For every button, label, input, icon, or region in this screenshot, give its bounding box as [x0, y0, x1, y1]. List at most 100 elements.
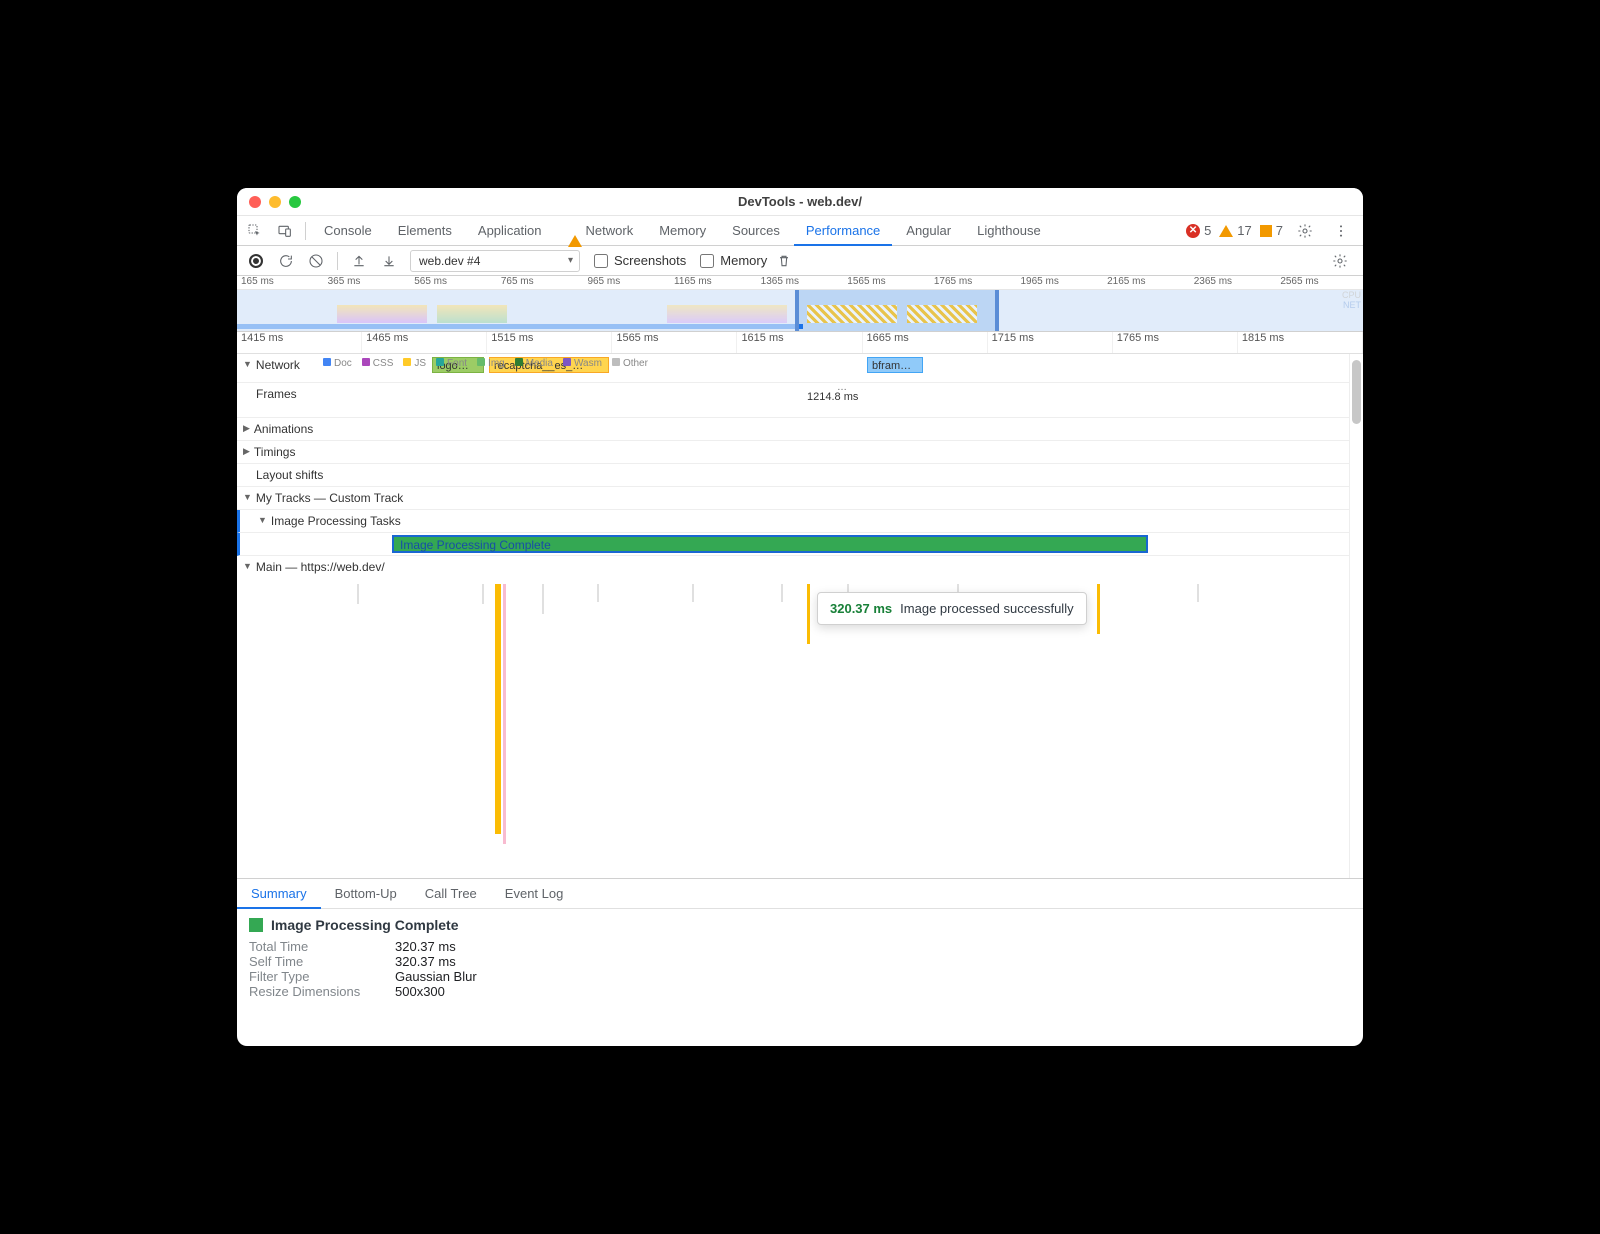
tab-sources[interactable]: Sources [720, 216, 792, 246]
memory-checkbox-label: Memory [720, 253, 767, 268]
frames-track: Frames … 1214.8 ms [237, 383, 1363, 418]
tab-elements[interactable]: Elements [386, 216, 464, 246]
custom-track-entry[interactable]: Image Processing Complete [392, 535, 1148, 553]
macos-titlebar: DevTools - web.dev/ [237, 188, 1363, 216]
warning-count[interactable]: 17 [1219, 223, 1251, 238]
detail-ruler: 1415 ms1465 ms1515 ms 1565 ms1615 ms1665… [237, 332, 1363, 354]
tab-network-label: Network [586, 223, 634, 238]
tracks-scrollbar[interactable] [1349, 354, 1363, 878]
network-bar-bframe[interactable]: bfram… [867, 357, 923, 373]
summary-key: Self Time [249, 954, 379, 969]
tab-summary[interactable]: Summary [237, 879, 321, 909]
tab-console[interactable]: Console [312, 216, 384, 246]
reload-record-button[interactable] [273, 248, 299, 274]
clear-button[interactable] [303, 248, 329, 274]
legend-js: JS [403, 358, 426, 369]
summary-value: 320.37 ms [395, 954, 456, 969]
recording-dropdown[interactable]: web.dev #4 [410, 250, 580, 272]
inspect-element-icon[interactable] [241, 217, 269, 245]
screenshots-checkbox-label: Screenshots [614, 253, 686, 268]
tab-performance[interactable]: Performance [794, 216, 892, 246]
legend-img: Img [477, 358, 505, 369]
tab-network[interactable]: Network [556, 216, 646, 246]
issues-count-value: 7 [1276, 223, 1283, 238]
capture-settings-icon[interactable] [1327, 248, 1353, 274]
tab-angular[interactable]: Angular [894, 216, 963, 246]
settings-icon[interactable] [1291, 217, 1319, 245]
device-toolbar-icon[interactable] [271, 217, 299, 245]
legend-font: Font [436, 358, 467, 369]
summary-value: 320.37 ms [395, 939, 456, 954]
screenshots-checkbox-input[interactable] [594, 254, 608, 268]
bottom-tabs: Summary Bottom-Up Call Tree Event Log [237, 879, 1363, 909]
performance-toolbar: web.dev #4 Screenshots Memory [237, 246, 1363, 276]
tab-event-log[interactable]: Event Log [491, 879, 578, 908]
devtools-tabstrip: Console Elements Application Network Mem… [237, 216, 1363, 246]
overview-handle-right[interactable] [995, 290, 999, 331]
summary-row: Resize Dimensions 500x300 [249, 984, 1351, 999]
custom-track-subgroup[interactable]: ▼Image Processing Tasks [237, 510, 1363, 533]
legend-other: Other [612, 358, 648, 369]
devtools-window: DevTools - web.dev/ Console Elements App… [237, 188, 1363, 1046]
summary-value: Gaussian Blur [395, 969, 477, 984]
error-count-value: 5 [1204, 223, 1211, 238]
summary-row: Filter Type Gaussian Blur [249, 969, 1351, 984]
error-count[interactable]: ✕ 5 [1186, 223, 1211, 238]
upload-icon[interactable] [346, 248, 372, 274]
collect-garbage-icon[interactable] [771, 248, 797, 274]
summary-key: Filter Type [249, 969, 379, 984]
scrollbar-thumb[interactable] [1352, 360, 1361, 424]
main-track-flamechart[interactable] [237, 578, 1363, 848]
summary-row: Self Time 320.37 ms [249, 954, 1351, 969]
legend-css: CSS [362, 358, 394, 369]
overview-washout-right [997, 290, 1363, 331]
frames-track-label[interactable]: Frames [237, 383, 317, 405]
warning-icon [1219, 225, 1233, 237]
tab-lighthouse[interactable]: Lighthouse [965, 216, 1053, 246]
tooltip-text: Image processed successfully [900, 601, 1073, 616]
record-button[interactable] [243, 248, 269, 274]
tab-bottom-up[interactable]: Bottom-Up [321, 879, 411, 908]
custom-track-group[interactable]: ▼My Tracks — Custom Track [237, 487, 1363, 510]
timings-track[interactable]: ▶Timings [237, 441, 1363, 464]
window-title: DevTools - web.dev/ [237, 194, 1363, 209]
overview-minimap[interactable]: 165 ms365 ms 565 ms765 ms 965 ms1165 ms … [237, 276, 1363, 332]
tab-call-tree[interactable]: Call Tree [411, 879, 491, 908]
summary-key: Total Time [249, 939, 379, 954]
summary-key: Resize Dimensions [249, 984, 379, 999]
summary-title-text: Image Processing Complete [271, 917, 459, 933]
tab-application[interactable]: Application [466, 216, 554, 246]
overview-handle-left[interactable] [795, 290, 799, 331]
bottom-pane: Summary Bottom-Up Call Tree Event Log Im… [237, 878, 1363, 1046]
disclosure-icon[interactable]: ▼ [243, 359, 252, 369]
tab-memory[interactable]: Memory [647, 216, 718, 246]
kebab-menu-icon[interactable] [1327, 217, 1355, 245]
tabstrip-right: ✕ 5 17 7 [1186, 217, 1359, 245]
network-track-label[interactable]: ▼ Network [237, 354, 317, 376]
summary-title: Image Processing Complete [249, 917, 1351, 933]
legend-doc: Doc [323, 358, 352, 369]
memory-checkbox-input[interactable] [700, 254, 714, 268]
warning-icon [568, 224, 582, 238]
custom-track-entry-row: Image Processing Complete [237, 533, 1363, 556]
overview-washout-left [237, 290, 797, 331]
warning-count-value: 17 [1237, 223, 1251, 238]
main-track[interactable]: ▼Main — https://web.dev/ [237, 556, 1363, 578]
layout-shifts-track[interactable]: Layout shifts [237, 464, 1363, 487]
download-icon[interactable] [376, 248, 402, 274]
divider [337, 252, 338, 270]
overview-ticks: 165 ms365 ms 565 ms765 ms 965 ms1165 ms … [237, 276, 1363, 290]
summary-value: 500x300 [395, 984, 445, 999]
summary-swatch [249, 918, 263, 932]
issues-count[interactable]: 7 [1260, 223, 1283, 238]
memory-checkbox[interactable]: Memory [700, 253, 767, 268]
frames-track-body: … 1214.8 ms [317, 383, 1363, 417]
frames-time: 1214.8 ms [807, 391, 858, 403]
summary-row: Total Time 320.37 ms [249, 939, 1351, 954]
animations-track[interactable]: ▶Animations [237, 418, 1363, 441]
entry-tooltip: 320.37 ms Image processed successfully [817, 592, 1087, 625]
tooltip-duration: 320.37 ms [830, 601, 892, 616]
divider [305, 222, 306, 240]
screenshots-checkbox[interactable]: Screenshots [594, 253, 686, 268]
tracks-pane[interactable]: ▼ Network logo… recaptcha__es_… bfram… D… [237, 354, 1363, 878]
